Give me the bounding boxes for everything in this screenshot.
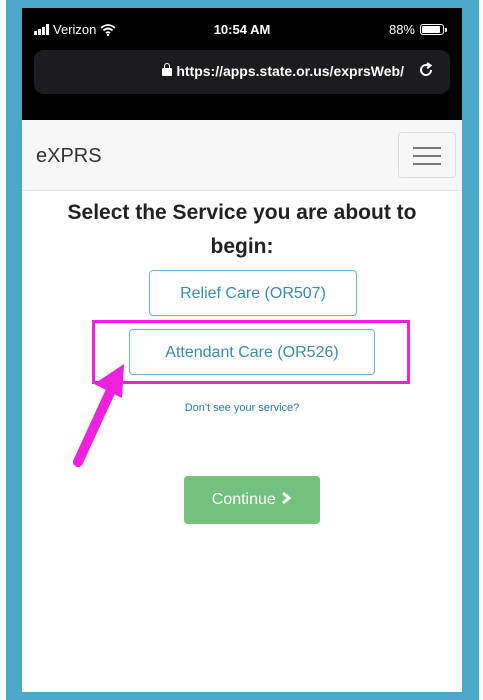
battery-group: 88% [388,22,447,37]
address-bar[interactable]: https://apps.state.or.us/exprsWeb/ [34,50,450,94]
reload-icon[interactable] [416,60,436,80]
status-bar: Verizon 10:54 AM 88% [22,8,462,48]
page-heading: Select the Service you are about to begi… [67,201,417,258]
continue-button[interactable]: Continue [184,476,320,524]
hamburger-icon [413,147,441,149]
lock-icon [162,63,173,76]
relief-care-button[interactable]: Relief Care (OR507) [149,270,357,316]
brand-logo[interactable]: eXPRS [36,145,102,168]
attendant-care-button[interactable]: Attendant Care (OR526) [129,329,375,375]
hamburger-icon-bar [413,163,441,165]
battery-fill [422,26,440,33]
chevron-right-icon [282,491,292,505]
url-display[interactable]: https://apps.state.or.us/exprsWeb/ [34,63,404,79]
phone-screen: Verizon 10:54 AM 88% https://apps.state.… [22,8,462,692]
navbar: eXPRS [22,120,462,191]
url-text: https://apps.state.or.us/exprsWeb/ [176,63,404,79]
annotation-arrow-icon [73,364,124,467]
hamburger-icon-bar [413,155,441,157]
menu-toggle-button[interactable] [398,132,456,178]
battery-percent: 88% [388,22,415,37]
continue-label: Continue [211,491,276,508]
battery-icon [420,24,447,35]
